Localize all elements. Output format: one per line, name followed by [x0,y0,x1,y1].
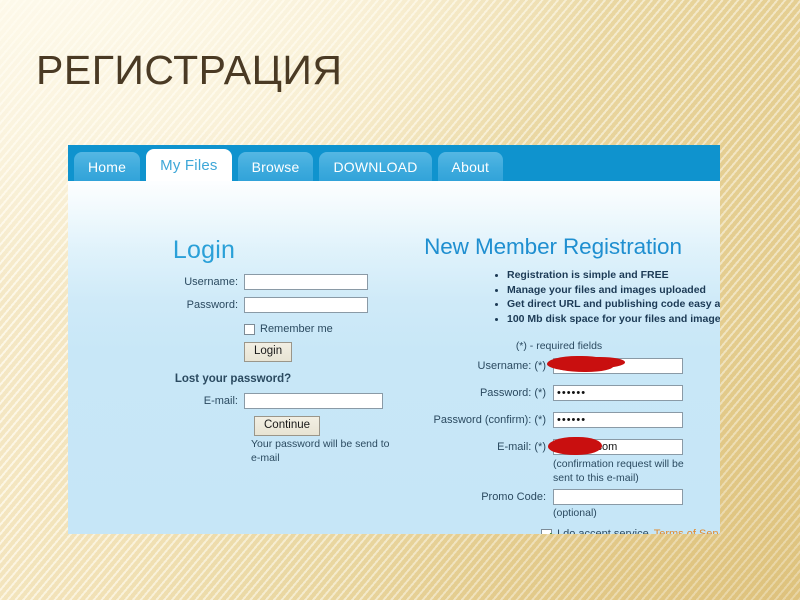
accept-terms-label: I do accept service [557,528,649,534]
email-confirmation-note: (confirmation request will be sent to th… [553,458,684,485]
reg-email-label: E-mail: (*) [497,441,546,453]
password-reset-note: Your password will be send to e-mail [251,438,390,465]
reg-password-row: Password: (*) •••••• [398,385,683,401]
reg-promo-label: Promo Code: [481,491,546,503]
tab-home-label: Home [88,158,127,175]
reg-password-value: •••••• [557,387,587,399]
lost-password-email-label: E-mail: [203,395,238,407]
reg-promo-input[interactable] [553,489,683,505]
accept-terms-checkbox[interactable] [541,528,552,534]
login-username-input[interactable] [244,274,368,290]
benefits-list: Registration is simple and FREE Manage y… [494,268,720,326]
terms-of-service-link[interactable]: Terms of Service [654,528,720,534]
tab-my-files[interactable]: My Files [146,149,232,181]
remember-me-checkbox[interactable] [244,323,255,335]
tab-browse-label: Browse [251,158,300,175]
tab-about-label: About [451,158,490,175]
promo-optional-note: (optional) [553,507,597,519]
redaction-mark-username [547,356,609,371]
reg-email-input[interactable]: @gmail.com [548,437,683,455]
list-item: 100 Mb disk space for your files and ima… [494,312,720,327]
registration-column: New Member Registration Registration is … [398,181,720,534]
remember-me-label: Remember me [260,323,333,335]
reg-username-row: Username: (*) [398,356,683,374]
login-heading: Login [172,236,236,264]
lost-password-email-row: E-mail: [178,393,383,409]
login-username-label: Username: [184,276,238,288]
lost-password-email-input[interactable] [244,393,383,409]
login-password-input[interactable] [244,297,368,313]
login-username-row: Username: [178,274,368,290]
reg-promo-row: Promo Code: [398,489,683,505]
page-title: РЕГИСТРАЦИЯ [36,47,343,93]
reg-password-confirm-label: Password (confirm): (*) [433,414,546,426]
embedded-screenshot-panel: Home My Files Browse DOWNLOAD About Logi… [68,145,720,534]
login-password-row: Password: [178,297,368,313]
list-item: Registration is simple and FREE [494,268,720,283]
reg-username-label: Username: (*) [477,360,546,372]
lost-password-heading: Lost your password? [174,373,292,385]
list-item: Get direct URL and publishing code easy … [494,297,720,312]
tab-download[interactable]: DOWNLOAD [319,152,432,181]
registration-heading: New Member Registration [424,234,682,259]
tab-about[interactable]: About [437,152,504,181]
reg-password-confirm-row: Password (confirm): (*) •••••• [398,412,683,428]
remember-me-row[interactable]: Remember me [244,323,333,335]
lost-password-continue-wrapper: Continue [254,415,321,436]
list-item: Manage your files and images uploaded [494,283,720,298]
site-tab-bar: Home My Files Browse DOWNLOAD About [68,145,720,181]
login-button-wrapper: Login [244,341,293,362]
required-fields-note: (*) - required fields [515,340,603,352]
tab-home[interactable]: Home [74,152,141,181]
reg-password-confirm-input[interactable]: •••••• [553,412,683,428]
login-password-label: Password: [186,299,238,311]
tab-browse[interactable]: Browse [237,152,314,181]
lost-password-continue-button[interactable]: Continue [254,416,321,436]
reg-password-label: Password: (*) [479,387,546,399]
reg-email-row: E-mail: (*) @gmail.com [398,437,683,455]
login-button[interactable]: Login [244,342,293,362]
reg-email-value: @gmail.com [556,441,618,453]
login-column: Login Username: Password: Remember me Lo… [68,181,398,534]
accept-terms-row[interactable]: I do accept service Terms of Service [541,528,720,534]
tab-download-label: DOWNLOAD [333,158,418,175]
slide-background: РЕГИСТРАЦИЯ Home My Files Browse DOWNLOA… [0,0,800,600]
page-content: Login Username: Password: Remember me Lo… [68,181,720,534]
tab-my-files-label: My Files [160,156,218,174]
reg-username-input[interactable] [547,356,683,374]
reg-password-confirm-value: •••••• [557,414,587,426]
reg-password-input[interactable]: •••••• [553,385,683,401]
